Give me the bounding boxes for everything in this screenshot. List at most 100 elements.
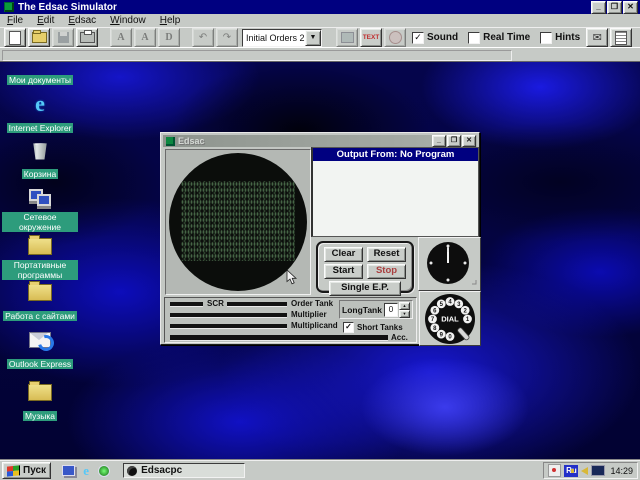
edsac-simulator-window: Edsac _ ❐ ✕ Output From: No Program Clea… xyxy=(160,132,480,345)
minimize-button[interactable]: _ xyxy=(591,1,606,14)
accumulator-label: Acc. xyxy=(391,333,408,342)
text-button[interactable]: TEXT xyxy=(360,28,382,47)
menu-help[interactable]: Help xyxy=(153,15,188,26)
open-button[interactable] xyxy=(28,28,50,47)
output-panel: Output From: No Program xyxy=(311,147,479,237)
menu-file[interactable]: File xyxy=(0,15,30,26)
save-button[interactable] xyxy=(52,28,74,47)
dropdown-value: Initial Orders 2 xyxy=(243,33,305,43)
sound-checkbox-box[interactable]: ✓ xyxy=(412,32,424,44)
desktop-icon-my-documents[interactable]: Мои документы xyxy=(2,70,78,88)
scr-label: SCR xyxy=(207,299,224,308)
mouse-cursor-icon xyxy=(286,270,298,285)
redo-arrow-icon: ↷ xyxy=(223,33,231,43)
long-tank-up-button[interactable]: ▲ xyxy=(399,302,410,310)
output-header: Output From: No Program xyxy=(313,148,478,161)
start-button[interactable]: Пуск xyxy=(2,462,51,479)
single-ep-button[interactable]: Single E.P. xyxy=(329,281,401,296)
edit-tool-1-button[interactable]: A xyxy=(110,28,132,47)
app-titlebar: The Edsac Simulator _ ❐ ✕ xyxy=(0,0,640,14)
close-button[interactable]: ✕ xyxy=(623,1,638,14)
desktop-icon-recycle-bin[interactable]: Корзина xyxy=(2,138,78,182)
app-title: The Edsac Simulator xyxy=(18,2,117,13)
notes-button[interactable] xyxy=(610,28,632,47)
hints-checkbox[interactable]: Hints xyxy=(540,32,580,44)
short-tanks-checkbox-box[interactable]: ✓ xyxy=(343,322,354,333)
desktop-icon-site-work-folder[interactable]: Работа с сайтами xyxy=(2,280,78,324)
secondary-toolbar xyxy=(0,47,640,62)
undo-button[interactable]: ↶ xyxy=(192,28,214,47)
network-icon xyxy=(29,188,51,208)
reset-button[interactable]: Reset xyxy=(367,247,406,262)
internet-explorer-quicklaunch-icon[interactable]: e xyxy=(79,464,93,478)
edsacpc-task-button[interactable]: Edsacpc xyxy=(123,463,245,478)
letter-a-icon: A xyxy=(141,32,148,43)
menu-edit[interactable]: Edit xyxy=(30,15,61,26)
desktop-icon-label: Internet Explorer xyxy=(7,123,74,133)
realtime-checkbox-label: Real Time xyxy=(483,32,530,43)
system-tray: Ru 14:29 xyxy=(543,462,638,479)
desktop-icon-label: Мои документы xyxy=(7,75,73,85)
chevron-down-icon[interactable]: ▼ xyxy=(305,30,321,46)
hints-checkbox-label: Hints xyxy=(555,32,580,43)
telephone-dial-panel[interactable]: 1234567890DIAL xyxy=(419,291,481,346)
crt-monitor-panel xyxy=(165,149,311,295)
print-button[interactable] xyxy=(76,28,98,47)
sim-minimize-button[interactable]: _ xyxy=(432,135,446,147)
tray-clock[interactable]: 14:29 xyxy=(610,466,633,476)
multiplicand-label: Multiplicand xyxy=(291,321,338,330)
toolbar: AAD↶↷Initial Orders 2▼TEXT✓SoundReal Tim… xyxy=(0,27,640,47)
internet-explorer-icon: e xyxy=(35,93,45,115)
folder-icon xyxy=(28,384,52,401)
desktop-icon-label: Outlook Express xyxy=(7,359,73,369)
display-tray-icon[interactable] xyxy=(591,465,605,476)
rotary-dial-icon[interactable]: 1234567890DIAL xyxy=(422,293,478,345)
menu-edsac[interactable]: Edsac xyxy=(61,15,103,26)
start-button[interactable]: Start xyxy=(324,264,363,279)
desktop-icon-network-neighborhood[interactable]: Сетевое окружение xyxy=(2,186,78,235)
hints-checkbox-box[interactable] xyxy=(540,32,552,44)
accumulator-bar xyxy=(170,335,388,340)
edit-tool-3-button[interactable]: D xyxy=(158,28,180,47)
sound-checkbox-label: Sound xyxy=(427,32,458,43)
desktop-icon-music-folder[interactable]: Музыка xyxy=(2,380,78,424)
stop-button[interactable]: Stop xyxy=(367,264,406,279)
envelope-icon: ✉ xyxy=(593,32,602,44)
dial-icon xyxy=(389,31,402,44)
new-button[interactable] xyxy=(4,28,26,47)
short-tanks-checkbox[interactable]: ✓ Short Tanks xyxy=(343,322,403,333)
redo-button[interactable]: ↷ xyxy=(216,28,238,47)
mail-button[interactable]: ✉ xyxy=(586,28,608,47)
task-button-label: Edsacpc xyxy=(141,465,182,476)
long-tank-value[interactable]: 0 xyxy=(384,303,398,317)
tape-button[interactable] xyxy=(336,28,358,47)
show-desktop-icon[interactable] xyxy=(61,464,75,478)
desktop-icon-portable-programs-folder[interactable]: Портативные программы xyxy=(2,234,78,283)
multiplier-label: Multiplier xyxy=(291,310,327,319)
scheduler-tray-icon[interactable] xyxy=(548,464,561,477)
clear-button[interactable]: Clear xyxy=(324,247,363,262)
dial-tool-button[interactable] xyxy=(384,28,406,47)
channels-icon[interactable] xyxy=(97,464,111,478)
folder-icon xyxy=(28,284,52,301)
desktop-icon-outlook-express[interactable]: Outlook Express xyxy=(2,328,78,372)
clock-panel xyxy=(418,237,481,291)
volume-icon[interactable] xyxy=(581,467,588,475)
undo-arrow-icon: ↶ xyxy=(199,33,207,43)
desktop-icon-internet-explorer[interactable]: e Internet Explorer xyxy=(2,92,78,136)
realtime-checkbox[interactable]: Real Time xyxy=(468,32,530,44)
restore-button[interactable]: ❐ xyxy=(607,1,622,14)
sim-titlebar[interactable]: Edsac _ ❐ ✕ xyxy=(163,135,477,147)
menu-window[interactable]: Window xyxy=(103,15,153,26)
long-tank-down-button[interactable]: ▼ xyxy=(399,310,410,318)
sound-checkbox[interactable]: ✓Sound xyxy=(412,32,458,44)
status-strip xyxy=(2,50,512,61)
initial-orders-dropdown[interactable]: Initial Orders 2▼ xyxy=(242,29,322,47)
long-tank-group: LongTank 0 ▲ ▼ xyxy=(339,300,413,319)
realtime-checkbox-box[interactable] xyxy=(468,32,480,44)
order-tank-label: Order Tank xyxy=(291,299,333,308)
sim-maximize-button[interactable]: ❐ xyxy=(447,135,461,147)
sim-close-button[interactable]: ✕ xyxy=(462,135,476,147)
scr-tank-bar xyxy=(170,302,203,306)
edit-tool-2-button[interactable]: A xyxy=(134,28,156,47)
